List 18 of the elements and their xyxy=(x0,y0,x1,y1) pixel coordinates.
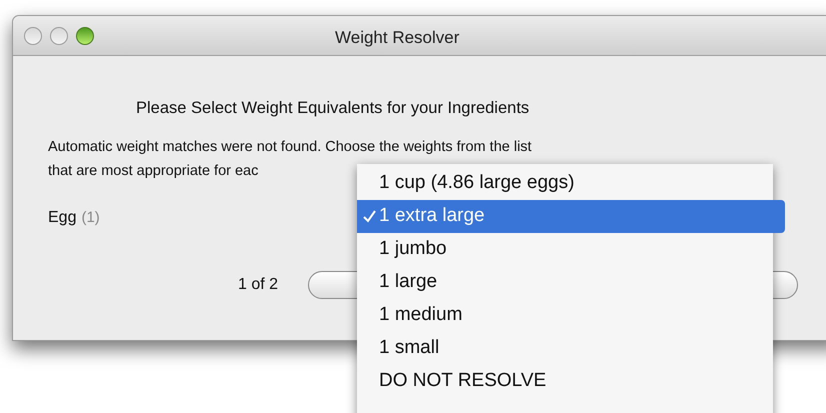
message-line: Automatic weight matches were not found. Choose the weights from the list xyxy=(48,138,532,157)
menu-item[interactable]: DO NOT RESOLVE xyxy=(357,365,773,398)
window-title: Weight Resolver xyxy=(335,27,460,49)
page-counter: 1 of 2 xyxy=(238,274,278,295)
menu-item[interactable]: 1 jumbo xyxy=(357,233,773,266)
dialog-heading: Please Select Weight Equivalents for your Ingredients xyxy=(136,98,530,119)
ingredient-count: (1) xyxy=(81,208,100,228)
close-button[interactable] xyxy=(24,26,42,44)
message-line: that are most appropriate for eac xyxy=(48,162,258,181)
checkmark-icon xyxy=(363,210,376,223)
menu-item[interactable]: 1 medium xyxy=(357,299,773,332)
menu-item[interactable]: 1 large xyxy=(357,266,773,299)
zoom-button[interactable] xyxy=(76,26,94,44)
ingredient-name: Egg xyxy=(48,208,76,228)
minimize-button[interactable] xyxy=(50,26,68,44)
menu-item[interactable]: 1 small xyxy=(357,332,773,365)
menu-item[interactable]: 1 cup (4.86 large eggs) xyxy=(357,167,773,200)
menu-item[interactable]: 1 extra large xyxy=(357,200,785,233)
